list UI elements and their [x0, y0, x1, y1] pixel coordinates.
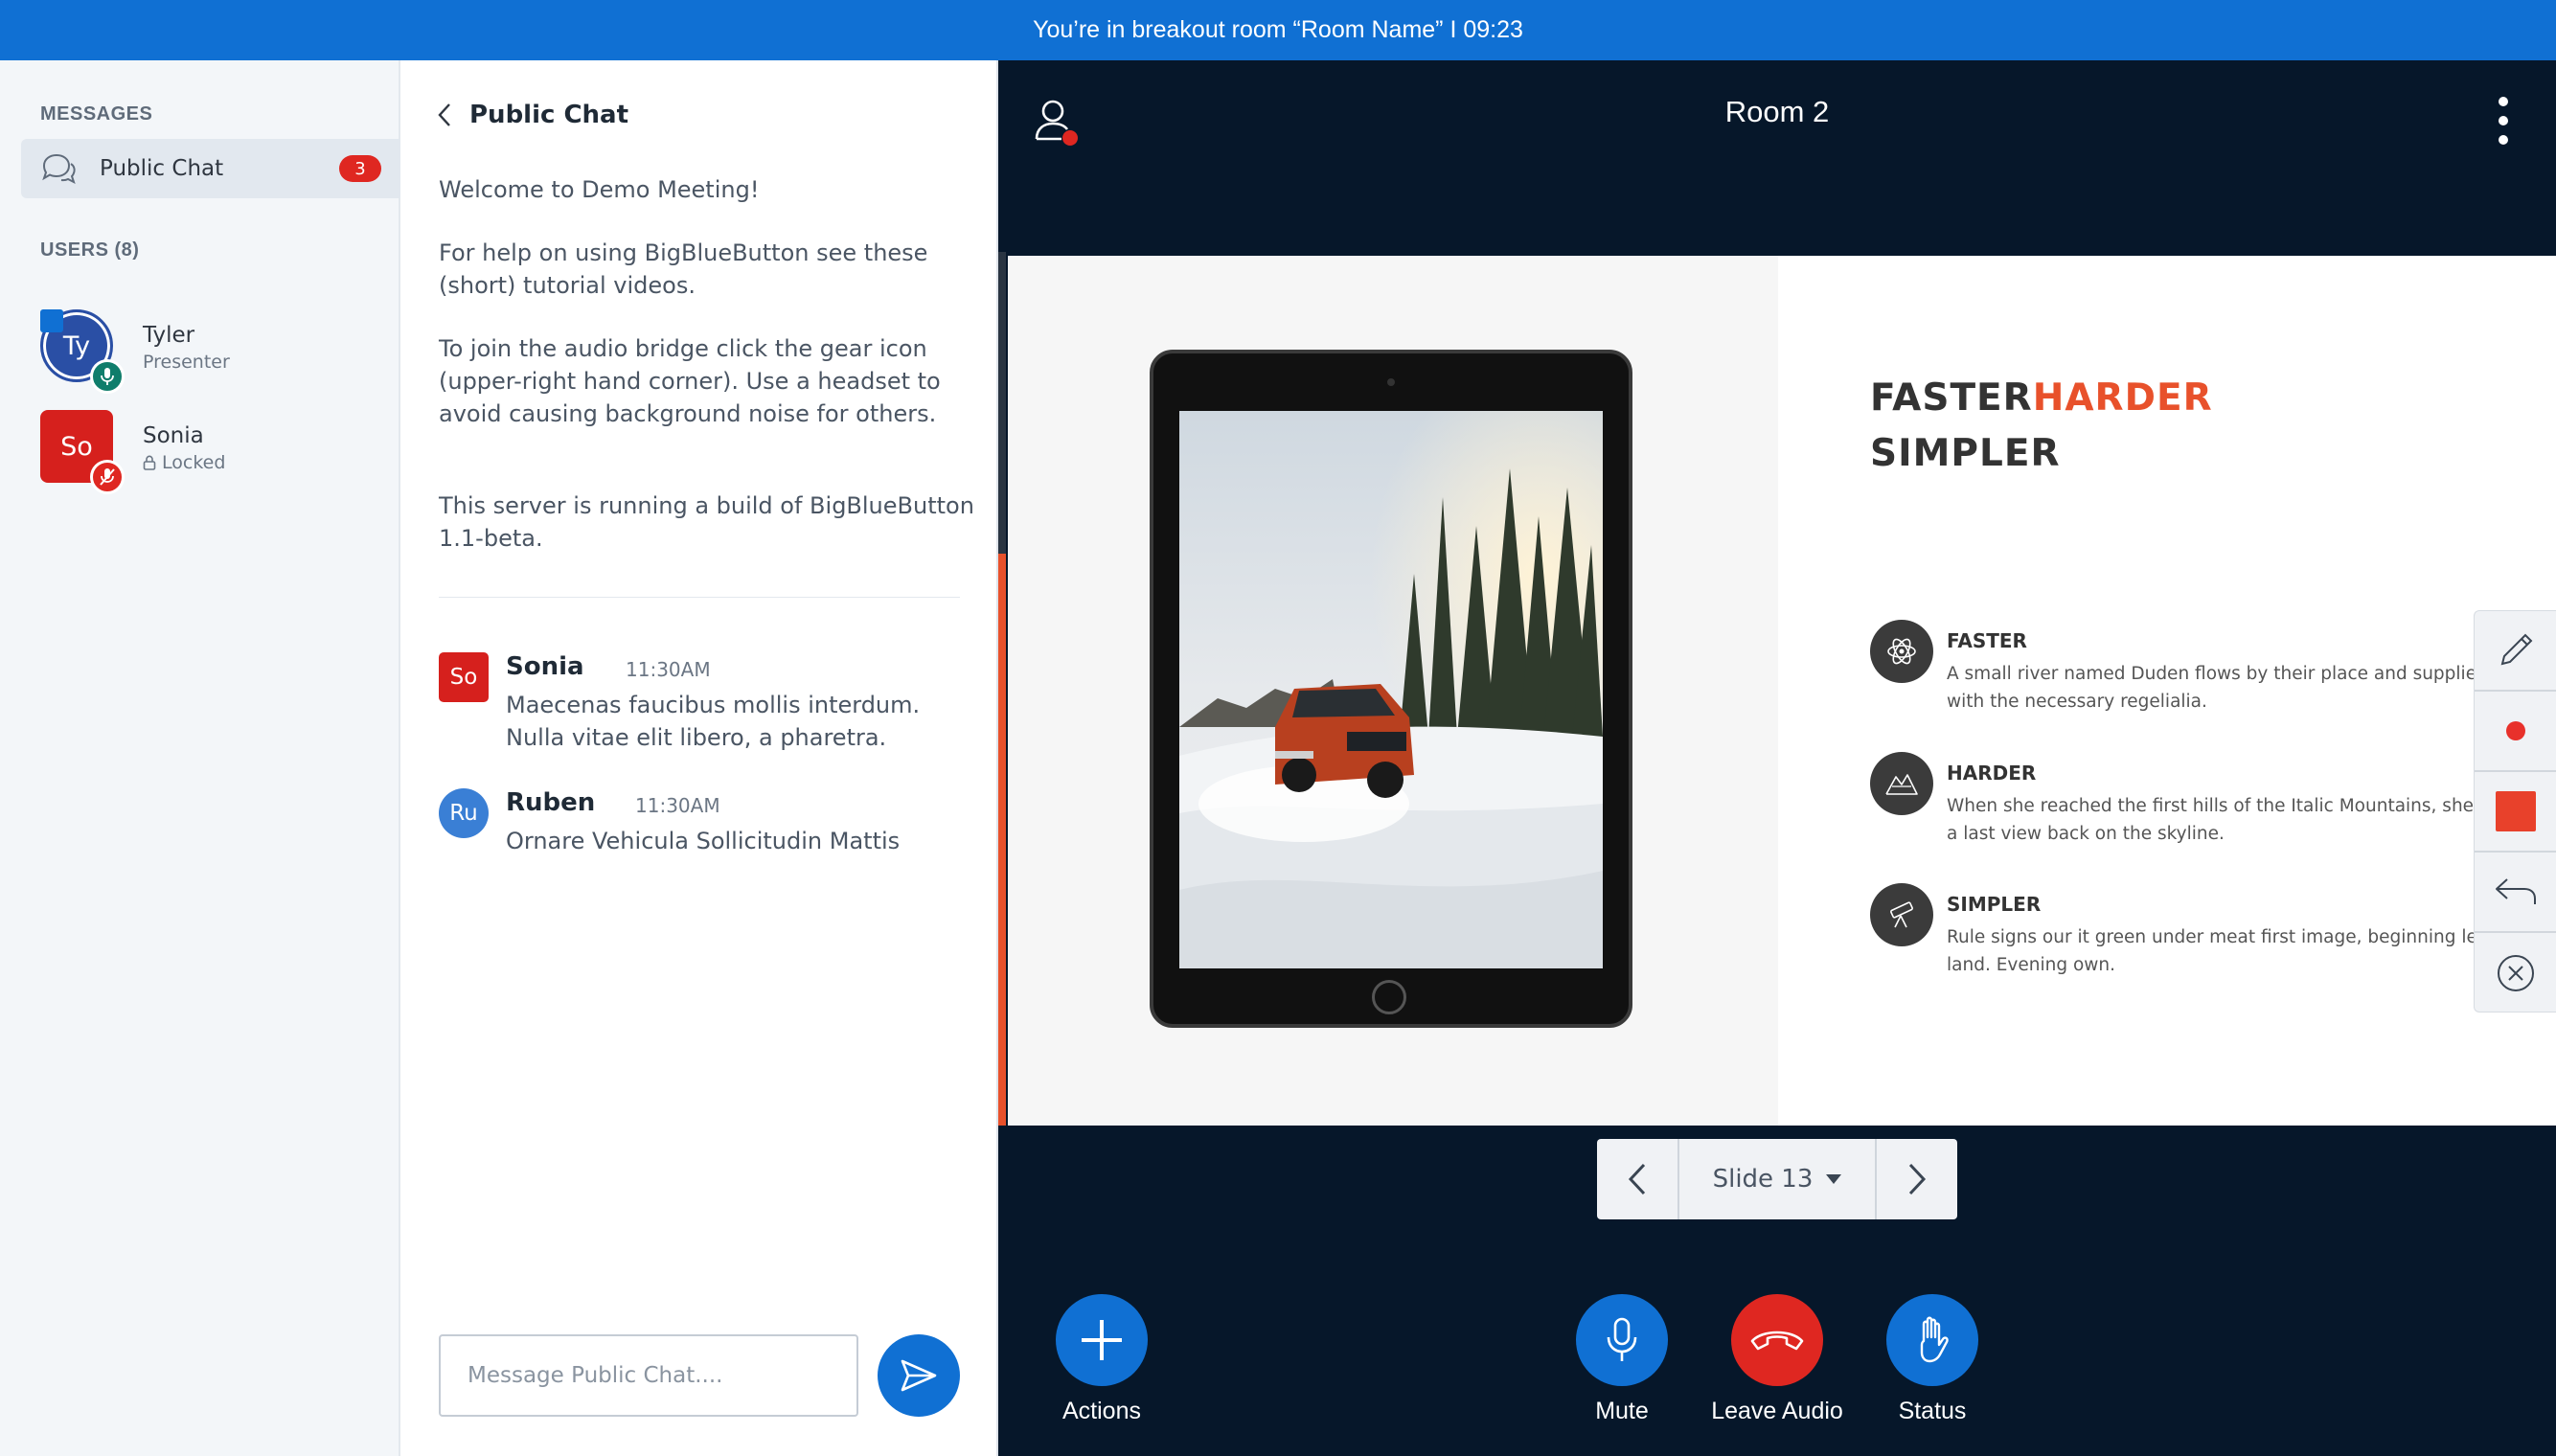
pencil-icon — [2500, 633, 2533, 666]
clear-tool[interactable] — [2475, 933, 2556, 1013]
presentation-slide: FASTERHARDER SIMPLER FASTER A small rive… — [1008, 256, 2556, 1126]
message-sender: Sonia — [506, 652, 584, 681]
user-role: Locked — [143, 452, 225, 473]
panel-edge — [998, 252, 1006, 554]
chevron-left-icon — [1628, 1163, 1646, 1195]
message-sender: Ruben — [506, 788, 596, 817]
pencil-tool[interactable] — [2475, 611, 2556, 692]
tablet-image — [1150, 350, 1632, 1028]
close-circle-icon — [2498, 955, 2534, 991]
server-info-message: This server is running a build of BigBlu… — [439, 492, 974, 552]
hand-icon — [1920, 1316, 1949, 1363]
undo-icon — [2496, 878, 2536, 904]
chat-bubbles-icon — [42, 153, 76, 184]
avatar: So — [439, 652, 489, 702]
status-button[interactable]: Status — [1856, 1294, 2009, 1425]
user-name: Sonia — [143, 423, 204, 448]
presenter-flag-icon — [40, 309, 63, 332]
lock-icon — [143, 455, 156, 470]
annotation-toolbar — [2474, 610, 2556, 1012]
undo-tool[interactable] — [2475, 853, 2556, 933]
user-item-sonia[interactable]: So Sonia Locked — [40, 410, 385, 496]
message-text: Ornare Vehicula Sollicitudin Mattis — [506, 828, 901, 854]
slide-headline: FASTERHARDER SIMPLER — [1870, 376, 2213, 475]
chat-divider — [439, 597, 960, 598]
suv-snow-photo — [1179, 411, 1603, 968]
message-time: 11:30AM — [635, 794, 720, 817]
messages-section-title: MESSAGES — [40, 103, 153, 125]
muted-microphone-icon — [90, 460, 125, 494]
help-message: For help on using BigBlueButton see thes… — [439, 239, 928, 299]
send-icon — [901, 1359, 937, 1392]
microphone-icon — [1607, 1317, 1637, 1361]
mountain-icon — [1870, 752, 1933, 815]
chevron-right-icon — [1908, 1163, 1927, 1195]
chevron-left-icon[interactable] — [437, 102, 452, 128]
telescope-icon — [1870, 883, 1933, 946]
slide-image-area — [1008, 256, 1778, 1126]
user-role: Presenter — [143, 352, 230, 373]
actions-button[interactable]: Actions — [1025, 1294, 1178, 1425]
audio-help-message: To join the audio bridge click the gear … — [439, 335, 941, 427]
room-title: Room 2 — [1724, 95, 1830, 128]
dot-icon — [2506, 721, 2525, 740]
atom-icon — [1870, 620, 1933, 683]
microphone-icon — [90, 359, 125, 394]
send-button[interactable] — [878, 1334, 960, 1417]
color-tool[interactable] — [2475, 772, 2556, 853]
users-section-title: USERS (8) — [40, 239, 140, 261]
users-panel: MESSAGES Public Chat 3 USERS (8) Ty Tyle… — [0, 60, 400, 1456]
color-swatch-icon — [2496, 791, 2536, 831]
caret-down-icon — [1826, 1174, 1842, 1184]
next-slide-button[interactable] — [1877, 1139, 1957, 1219]
user-item-tyler[interactable]: Ty Tyler Presenter — [40, 309, 385, 396]
previous-slide-button[interactable] — [1597, 1139, 1677, 1219]
public-chat-label: Public Chat — [100, 156, 224, 181]
slide-navigation: Slide 13 — [1597, 1139, 1957, 1219]
mute-button[interactable]: Mute — [1545, 1294, 1699, 1425]
message-time: 11:30AM — [626, 658, 711, 681]
slide-selector[interactable]: Slide 13 — [1677, 1139, 1877, 1219]
user-name: Tyler — [143, 323, 195, 348]
leave-audio-button[interactable]: Leave Audio — [1700, 1294, 1854, 1425]
thickness-tool[interactable] — [2475, 692, 2556, 772]
meeting-area: Room 2 FASTERHARDER SIMPLER FASTER A sma… — [998, 60, 2556, 1456]
public-chat-item[interactable]: Public Chat 3 — [21, 139, 400, 198]
phone-hangup-icon — [1750, 1331, 1804, 1351]
unread-badge: 3 — [339, 155, 381, 182]
welcome-message: Welcome to Demo Meeting! — [439, 176, 760, 203]
chat-title: Public Chat — [469, 101, 629, 129]
talking-indicator — [998, 554, 1006, 1126]
plus-icon — [1082, 1320, 1122, 1360]
chat-header: Public Chat — [437, 101, 628, 129]
more-options-icon[interactable] — [2497, 97, 2510, 145]
breakout-room-banner: You’re in breakout room “Room Name” I 09… — [0, 0, 2556, 60]
banner-text: You’re in breakout room “Room Name” I 09… — [1033, 16, 1523, 43]
message-input[interactable] — [439, 1334, 858, 1417]
chat-panel: Public Chat Welcome to Demo Meeting! For… — [402, 60, 998, 1456]
message-text: Maecenas faucibus mollis interdum. Nulla… — [506, 692, 921, 751]
avatar: Ru — [439, 788, 489, 838]
